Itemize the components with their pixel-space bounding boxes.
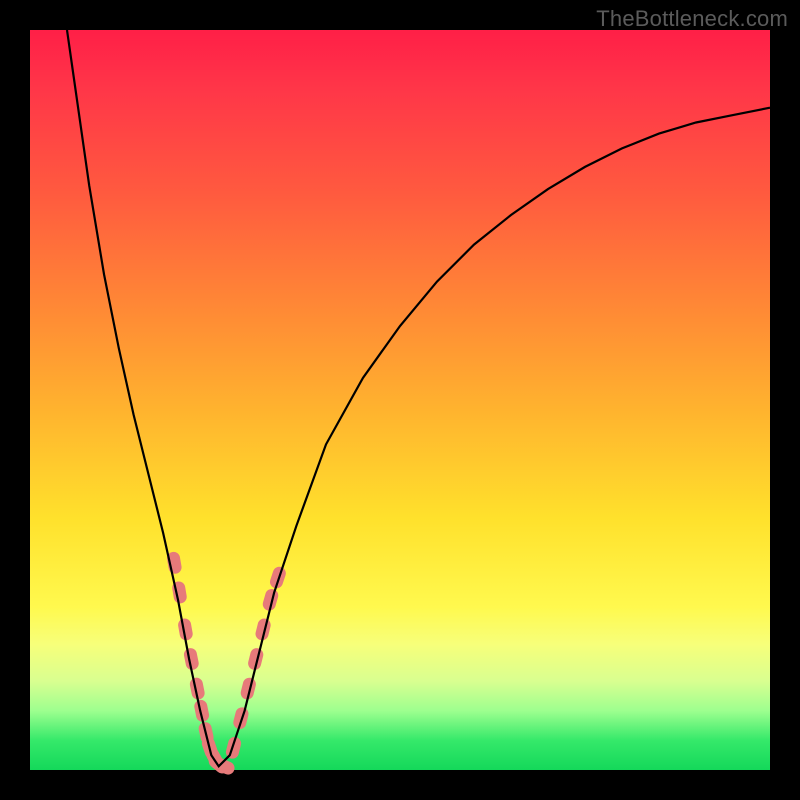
plot-area (30, 30, 770, 770)
annotation-dots-left (166, 551, 237, 777)
chart-frame: TheBottleneck.com (0, 0, 800, 800)
chart-curve (67, 30, 770, 766)
annotation-dot (232, 706, 250, 730)
chart-svg (30, 30, 770, 770)
annotation-dot (268, 565, 287, 590)
watermark-text: TheBottleneck.com (596, 6, 788, 32)
